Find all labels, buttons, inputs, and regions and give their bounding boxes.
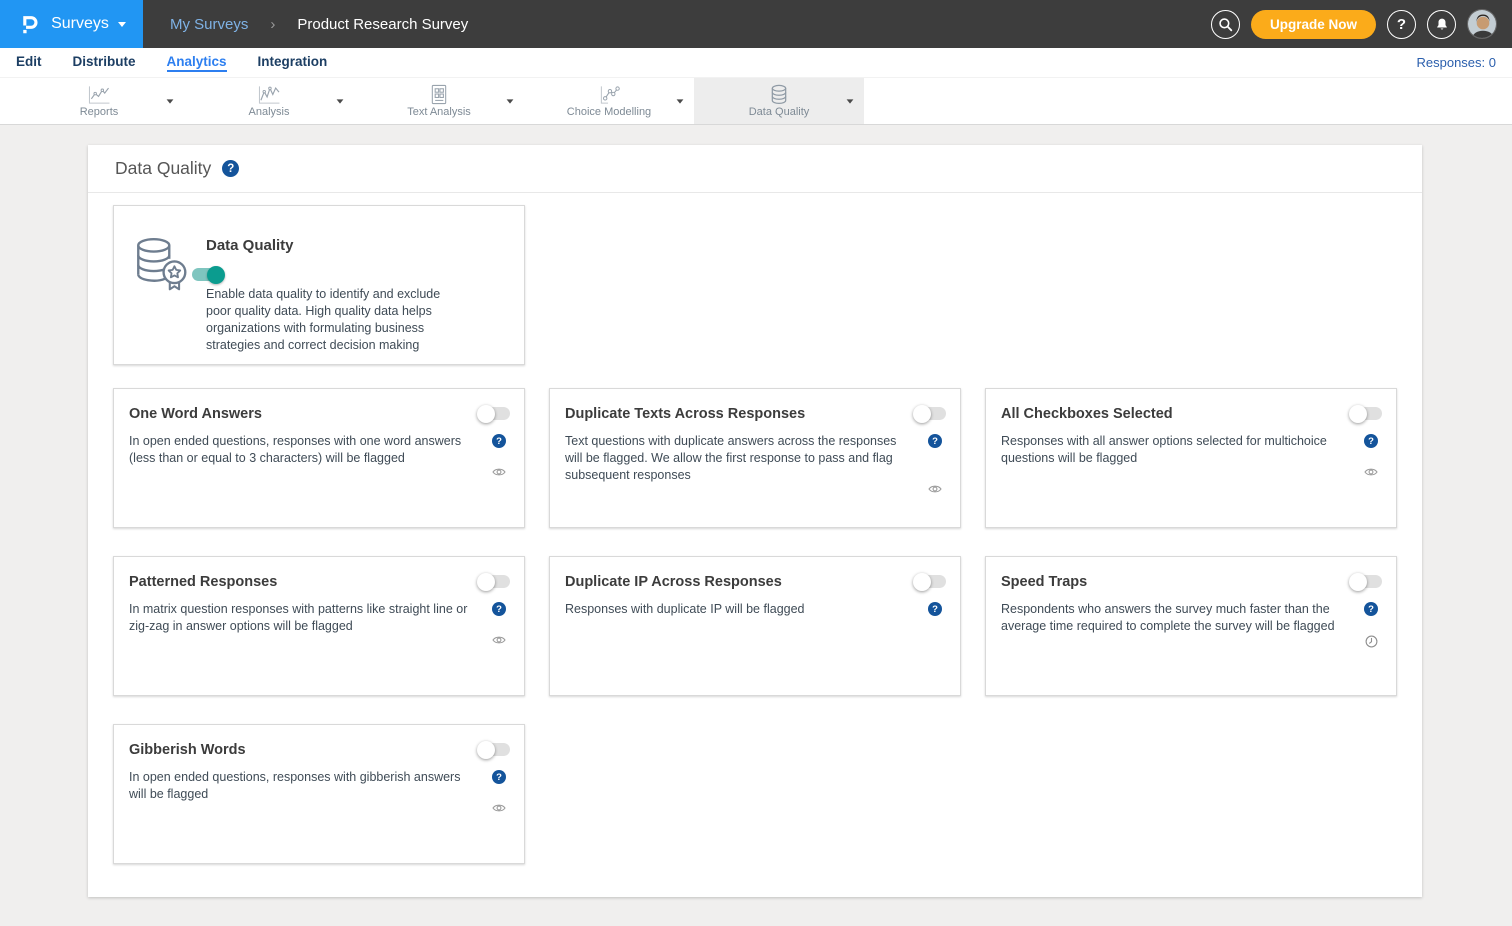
chevron-down-icon [507, 99, 514, 103]
duplicate-texts-toggle[interactable] [915, 407, 946, 420]
help-icon[interactable] [492, 770, 506, 784]
card-description: In open ended questions, responses with … [129, 433, 488, 477]
chevron-down-icon [167, 99, 174, 103]
chevron-down-icon [337, 99, 344, 103]
analytics-toolbar: Reports Analysis Text Analysis Choice Mo… [0, 78, 1512, 125]
all-checkboxes-toggle[interactable] [1351, 407, 1382, 420]
database-icon [769, 84, 789, 105]
product-switcher[interactable]: Surveys [0, 0, 143, 48]
card-description: Respondents who answers the survey much … [1001, 601, 1360, 648]
toolbar-label: Choice Modelling [567, 106, 651, 118]
page-title: Data Quality [115, 158, 211, 179]
eye-icon[interactable] [1364, 467, 1378, 477]
clock-icon[interactable] [1365, 635, 1378, 648]
card-duplicate-ip: Duplicate IP Across Responses Responses … [549, 556, 961, 696]
data-quality-toggle[interactable] [192, 268, 223, 281]
tab-edit[interactable]: Edit [16, 54, 42, 72]
toolbar-data-quality[interactable]: Data Quality [694, 78, 864, 124]
help-icon[interactable] [928, 434, 942, 448]
eye-icon[interactable] [492, 803, 506, 813]
search-button[interactable] [1211, 10, 1240, 39]
toolbar-label: Data Quality [749, 106, 810, 118]
responses-count: Responses: 0 [1417, 55, 1497, 70]
panel-body: Data Quality Enable data quality to iden… [88, 193, 1422, 897]
eye-icon[interactable] [928, 484, 942, 494]
card-title: Patterned Responses [129, 572, 277, 590]
trend-chart-icon [257, 85, 281, 105]
panel-header: Data Quality [88, 145, 1422, 193]
chevron-down-icon [847, 99, 854, 103]
breadcrumb-separator-icon [270, 16, 275, 33]
database-award-icon [130, 226, 206, 364]
data-quality-master-card: Data Quality Enable data quality to iden… [113, 205, 525, 365]
help-icon[interactable] [1364, 602, 1378, 616]
survey-nav: Edit Distribute Analytics Integration Re… [0, 48, 1512, 78]
document-grid-icon [429, 84, 449, 105]
card-description: Enable data quality to identify and excl… [206, 286, 506, 354]
card-title: Duplicate IP Across Responses [565, 572, 782, 590]
help-icon[interactable] [1364, 434, 1378, 448]
tab-analytics[interactable]: Analytics [167, 54, 227, 72]
top-header: Surveys My Surveys Product Research Surv… [0, 0, 1512, 48]
card-description: In open ended questions, responses with … [129, 769, 488, 813]
card-speed-traps: Speed Traps Respondents who answers the … [985, 556, 1397, 696]
gibberish-words-toggle[interactable] [479, 743, 510, 756]
data-quality-panel: Data Quality [88, 145, 1422, 897]
card-all-checkboxes-selected: All Checkboxes Selected Responses with a… [985, 388, 1397, 528]
search-icon [1218, 17, 1233, 32]
notifications-button[interactable] [1427, 10, 1456, 39]
card-description: Responses with duplicate IP will be flag… [565, 601, 924, 618]
card-gibberish-words: Gibberish Words In open ended questions,… [113, 724, 525, 864]
card-patterned-responses: Patterned Responses In matrix question r… [113, 556, 525, 696]
card-title: One Word Answers [129, 404, 262, 422]
rule-cards-grid: One Word Answers In open ended questions… [113, 388, 1397, 864]
card-title: Duplicate Texts Across Responses [565, 404, 805, 422]
toolbar-label: Analysis [249, 106, 290, 118]
bell-icon [1435, 17, 1449, 32]
questionpro-logo-icon [17, 12, 42, 37]
help-icon[interactable] [492, 602, 506, 616]
scatter-chart-icon [597, 85, 621, 105]
card-title: Gibberish Words [129, 740, 246, 758]
product-name: Surveys [51, 15, 109, 33]
breadcrumb: My Surveys Product Research Survey [170, 16, 468, 33]
master-card-content: Data Quality Enable data quality to iden… [206, 226, 508, 364]
help-icon[interactable] [492, 434, 506, 448]
patterned-responses-toggle[interactable] [479, 575, 510, 588]
card-title: Speed Traps [1001, 572, 1087, 590]
speed-traps-toggle[interactable] [1351, 575, 1382, 588]
eye-icon[interactable] [492, 635, 506, 645]
card-description: Text questions with duplicate answers ac… [565, 433, 924, 494]
eye-icon[interactable] [492, 467, 506, 477]
duplicate-ip-toggle[interactable] [915, 575, 946, 588]
card-title: Data Quality [206, 237, 506, 254]
chevron-down-icon [118, 22, 126, 27]
card-duplicate-texts: Duplicate Texts Across Responses Text qu… [549, 388, 961, 528]
toolbar-text-analysis[interactable]: Text Analysis [354, 78, 524, 124]
toolbar-reports[interactable]: Reports [14, 78, 184, 124]
upgrade-now-button[interactable]: Upgrade Now [1251, 10, 1376, 39]
tab-distribute[interactable]: Distribute [73, 54, 136, 72]
help-button[interactable] [1387, 10, 1416, 39]
avatar[interactable] [1467, 9, 1497, 39]
one-word-answers-toggle[interactable] [479, 407, 510, 420]
chevron-down-icon [677, 99, 684, 103]
help-icon[interactable] [222, 160, 239, 177]
card-one-word-answers: One Word Answers In open ended questions… [113, 388, 525, 528]
toolbar-label: Text Analysis [407, 106, 471, 118]
header-actions: Upgrade Now [1211, 9, 1512, 39]
breadcrumb-my-surveys[interactable]: My Surveys [170, 16, 248, 33]
toolbar-choice-modelling[interactable]: Choice Modelling [524, 78, 694, 124]
card-description: In matrix question responses with patter… [129, 601, 488, 645]
line-chart-icon [87, 85, 111, 105]
breadcrumb-current-survey: Product Research Survey [297, 16, 468, 33]
page-content: Data Quality [0, 145, 1512, 897]
toolbar-analysis[interactable]: Analysis [184, 78, 354, 124]
tab-integration[interactable]: Integration [258, 54, 328, 72]
card-description: Responses with all answer options select… [1001, 433, 1360, 477]
toolbar-label: Reports [80, 106, 119, 118]
help-icon[interactable] [928, 602, 942, 616]
card-title: All Checkboxes Selected [1001, 404, 1173, 422]
